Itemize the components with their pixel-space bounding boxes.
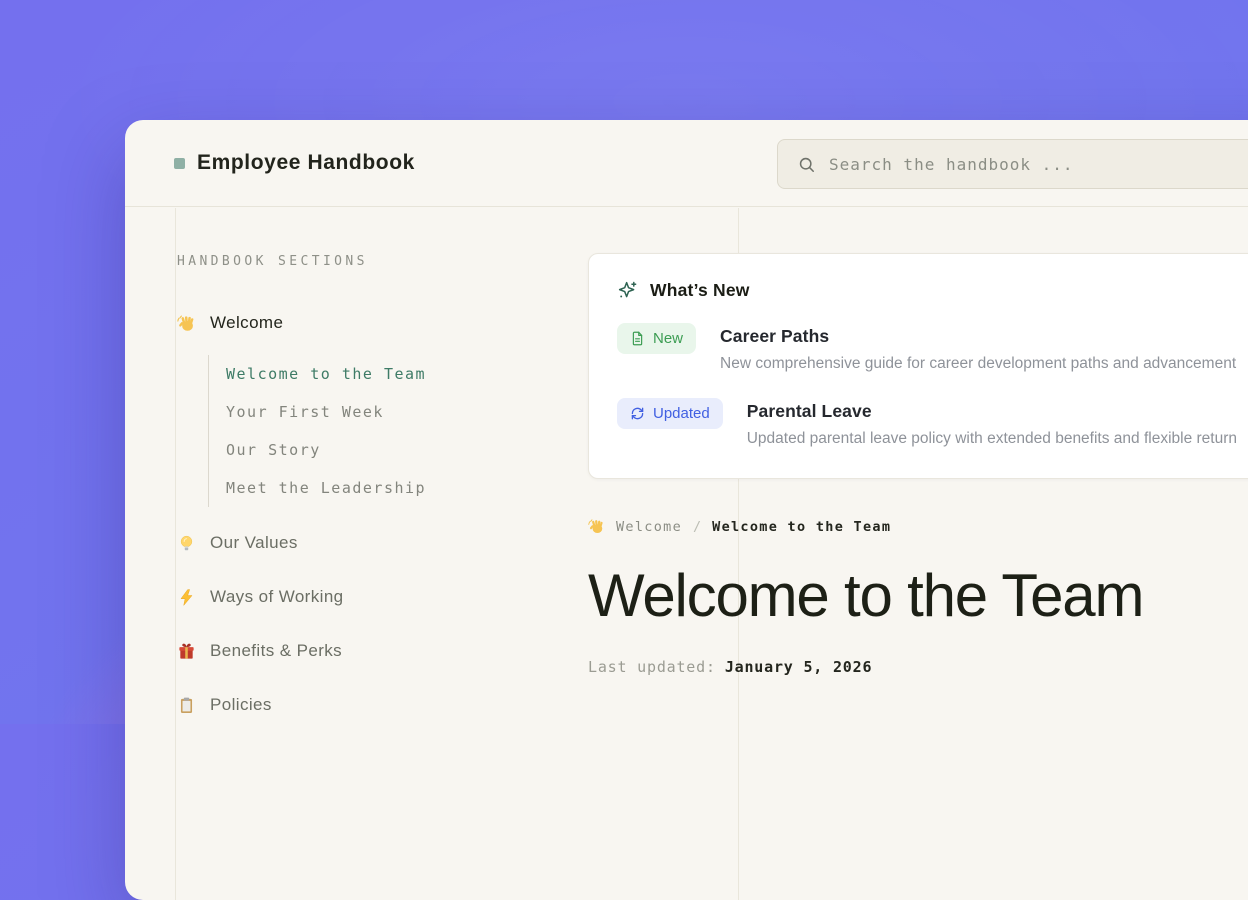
refresh-icon	[630, 406, 645, 421]
sidebar-item-benefits-perks[interactable]: Benefits & Perks	[177, 639, 597, 663]
last-updated: Last updated: January 5, 2026	[588, 658, 1248, 676]
sidebar-item-welcome[interactable]: Welcome	[177, 311, 597, 335]
clipboard-icon	[177, 696, 196, 715]
app-title: Employee Handbook	[197, 151, 415, 175]
sidebar-subitem-your-first-week[interactable]: Your First Week	[226, 393, 597, 431]
whats-new-item-body: Career Paths New comprehensive guide for…	[720, 326, 1236, 373]
whats-new-item-title: Parental Leave	[747, 401, 1237, 422]
breadcrumb-section[interactable]: Welcome	[616, 519, 682, 535]
sidebar-item-label: Our Values	[210, 533, 298, 553]
search-input[interactable]	[829, 155, 1248, 174]
page-title: Welcome to the Team	[588, 561, 1248, 630]
whats-new-card: What’s New New Career Paths New comprehe…	[588, 253, 1248, 479]
sidebar-item-policies[interactable]: Policies	[177, 693, 597, 717]
bolt-icon	[177, 588, 196, 607]
sidebar-subitem-our-story[interactable]: Our Story	[226, 431, 597, 469]
sidebar-subitem-welcome-to-the-team[interactable]: Welcome to the Team	[226, 355, 597, 393]
desktop-background: { "app": { "title": "Employee Handbook" …	[0, 0, 1248, 724]
whats-new-item[interactable]: New Career Paths New comprehensive guide…	[617, 326, 1248, 373]
last-updated-label: Last updated:	[588, 658, 716, 676]
sparkles-icon	[617, 280, 638, 301]
app-header: Employee Handbook	[125, 120, 1248, 207]
wave-icon	[177, 314, 196, 333]
whats-new-header: What’s New	[617, 280, 1248, 301]
breadcrumb: Welcome / Welcome to the Team	[588, 518, 1248, 535]
file-icon	[630, 331, 645, 346]
sidebar-heading: HANDBOOK SECTIONS	[177, 254, 597, 269]
sidebar: HANDBOOK SECTIONS	[177, 208, 597, 717]
search-icon	[797, 155, 816, 174]
whats-new-title: What’s New	[650, 280, 750, 301]
vertical-rule-left	[175, 208, 176, 900]
whats-new-item-title: Career Paths	[720, 326, 1236, 347]
breadcrumb-separator: /	[693, 519, 701, 535]
sidebar-item-label: Policies	[210, 695, 272, 715]
app-body: HANDBOOK SECTIONS	[125, 208, 1248, 900]
badge-label: New	[653, 330, 683, 347]
bulb-icon	[177, 534, 196, 553]
sidebar-sublist-welcome: Welcome to the Team Your First Week Our …	[208, 355, 597, 507]
sidebar-item-label: Welcome	[210, 313, 283, 333]
sidebar-subitem-meet-the-leadership[interactable]: Meet the Leadership	[226, 469, 597, 507]
badge-updated: Updated	[617, 398, 723, 429]
sidebar-item-ways-of-working[interactable]: Ways of Working	[177, 585, 597, 609]
sidebar-item-label: Ways of Working	[210, 587, 344, 607]
badge-new: New	[617, 323, 696, 354]
last-updated-value: January 5, 2026	[725, 658, 872, 676]
search-box[interactable]	[777, 139, 1248, 189]
breadcrumb-current: Welcome to the Team	[712, 519, 891, 535]
app-logo-icon	[174, 158, 185, 169]
sidebar-item-label: Benefits & Perks	[210, 641, 342, 661]
whats-new-item-description: New comprehensive guide for career devel…	[720, 355, 1236, 373]
app-window: Employee Handbook HANDBOOK SECTIONS	[125, 120, 1248, 900]
wave-icon	[588, 518, 605, 535]
gift-icon	[177, 642, 196, 661]
badge-label: Updated	[653, 405, 710, 422]
whats-new-item-body: Parental Leave Updated parental leave po…	[747, 401, 1237, 448]
sidebar-item-our-values[interactable]: Our Values	[177, 531, 597, 555]
sidebar-nav: Welcome Welcome to the Team Your First W…	[177, 311, 597, 717]
whats-new-item-description: Updated parental leave policy with exten…	[747, 430, 1237, 448]
main-content: What’s New New Career Paths New comprehe…	[588, 208, 1248, 676]
whats-new-item[interactable]: Updated Parental Leave Updated parental …	[617, 401, 1248, 448]
